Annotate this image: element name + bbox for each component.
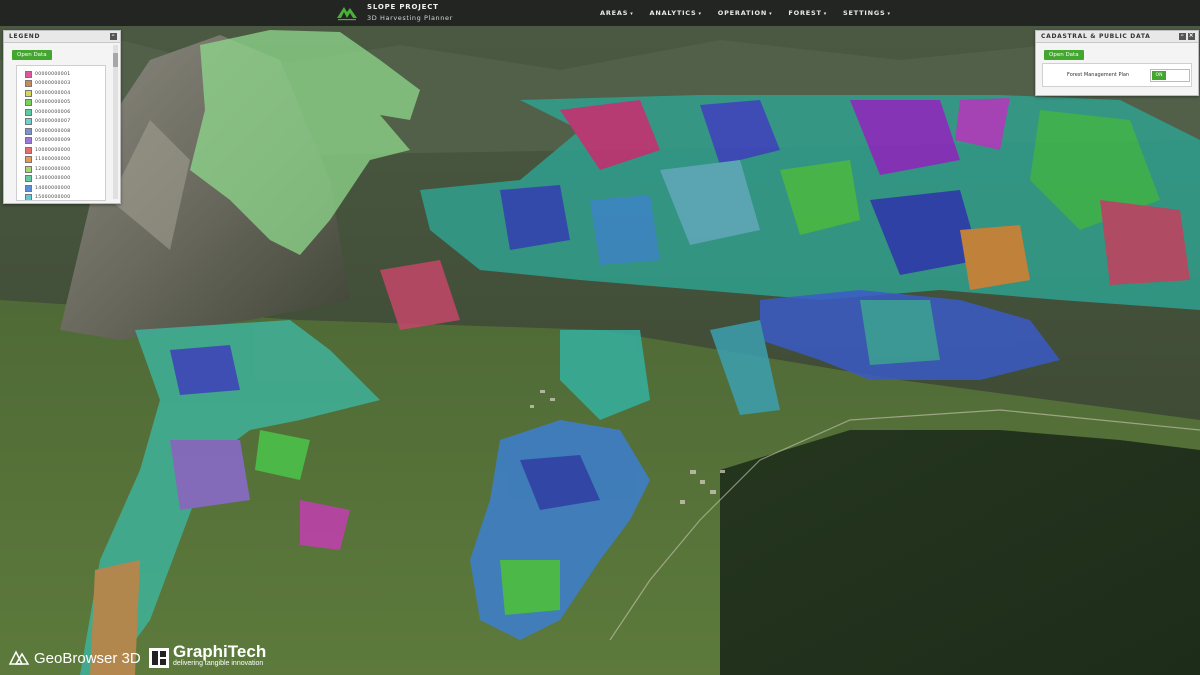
legend-swatch bbox=[25, 70, 32, 78]
top-navigation-bar: SLOPE PROJECT 3D Harvesting Planner AREA… bbox=[0, 0, 1200, 26]
legend-title: LEGEND bbox=[9, 33, 41, 40]
legend-item[interactable]: 00000000007 bbox=[25, 118, 70, 126]
legend-item[interactable]: 00000000008 bbox=[25, 127, 70, 135]
forest-mountain bbox=[720, 430, 1200, 675]
layer-toggle[interactable]: ON bbox=[1150, 69, 1190, 82]
legend-swatch bbox=[25, 137, 32, 144]
menu-label: AREAS bbox=[600, 9, 629, 17]
toggle-on-state: ON bbox=[1152, 71, 1166, 80]
layer-label: Forest Management Plan bbox=[1067, 72, 1130, 78]
legend-item[interactable]: 11000000000 bbox=[25, 156, 70, 164]
graphitech-tagline: delivering tangible innovation bbox=[173, 660, 264, 667]
minimize-icon[interactable]: – bbox=[110, 33, 117, 40]
legend-item[interactable]: 00000000004 bbox=[25, 89, 70, 97]
menu-forest[interactable]: FOREST ▾ bbox=[788, 0, 827, 26]
legend-swatch bbox=[25, 165, 32, 173]
menu-label: ANALYTICS bbox=[649, 9, 697, 17]
scrollbar-thumb[interactable] bbox=[113, 53, 118, 67]
menu-analytics[interactable]: ANALYTICS ▾ bbox=[650, 0, 702, 26]
legend-item-label: 11000000000 bbox=[35, 157, 71, 162]
legend-item[interactable]: 14000000000 bbox=[25, 184, 70, 192]
close-icon[interactable]: × bbox=[1188, 33, 1195, 40]
legend-item-label: 00000000005 bbox=[35, 100, 71, 105]
legend-swatch bbox=[25, 108, 32, 116]
legend-swatch bbox=[25, 89, 32, 97]
legend-item-label: 10000000000 bbox=[35, 147, 71, 153]
menu-operation[interactable]: OPERATION ▾ bbox=[718, 0, 773, 26]
open-data-button[interactable]: Open Data bbox=[12, 50, 52, 60]
legend-swatch bbox=[25, 118, 32, 125]
chevron-down-icon: ▾ bbox=[769, 11, 773, 17]
3d-terrain-map[interactable] bbox=[0, 0, 1200, 675]
legend-item[interactable]: 13000000000 bbox=[25, 175, 70, 183]
graphitech-logo-icon bbox=[149, 648, 169, 668]
legend-item-label: 00000000006 bbox=[35, 109, 71, 115]
legend-item-label: 12000000000 bbox=[35, 166, 71, 172]
legend-swatch bbox=[25, 80, 32, 87]
main-menu: AREAS ▾ ANALYTICS ▾ OPERATION ▾ FOREST ▾ SET… bbox=[600, 0, 907, 26]
legend-list[interactable]: 00000000001 00000000003 00000000004 0000000… bbox=[16, 65, 106, 201]
legend-item[interactable]: 05000000009 bbox=[25, 137, 70, 145]
legend-swatch bbox=[25, 146, 32, 154]
legend-item[interactable]: 15000000000 bbox=[25, 194, 71, 200]
legend-swatch bbox=[25, 156, 32, 163]
chevron-down-icon: ▾ bbox=[887, 11, 891, 17]
chevron-down-icon: ▾ bbox=[630, 11, 634, 17]
legend-item[interactable]: 00000000003 bbox=[25, 80, 70, 88]
graphitech-label: GraphiTech bbox=[173, 642, 267, 661]
legend-panel-header: LEGEND – bbox=[4, 31, 120, 43]
menu-areas[interactable]: AREAS ▾ bbox=[600, 0, 634, 26]
graphitech-logo: GraphiTech delivering tangible innovatio… bbox=[148, 642, 267, 670]
layer-row-forest-management-plan: Forest Management Plan ON bbox=[1042, 63, 1192, 87]
geobrowser-logo-icon bbox=[8, 650, 30, 665]
legend-panel: LEGEND – Open Data 00000000001 0000000000… bbox=[3, 30, 121, 204]
chevron-down-icon: ▾ bbox=[823, 11, 828, 17]
chevron-down-icon: ▾ bbox=[698, 11, 702, 17]
legend-swatch bbox=[25, 184, 32, 192]
legend-item-label: 00000000008 bbox=[35, 128, 71, 134]
minimize-icon[interactable]: – bbox=[1179, 33, 1186, 40]
mountain-logo-icon bbox=[337, 7, 357, 21]
app-branding: SLOPE PROJECT 3D Harvesting Planner bbox=[367, 2, 453, 23]
open-data-button[interactable]: Open Data bbox=[1044, 50, 1084, 60]
legend-swatch bbox=[25, 194, 32, 200]
legend-item-label: 05000000009 bbox=[35, 138, 71, 143]
legend-item[interactable]: 10000000000 bbox=[25, 146, 70, 154]
legend-swatch bbox=[25, 175, 32, 182]
legend-item-label: 00000000003 bbox=[35, 81, 71, 86]
menu-label: FOREST bbox=[788, 9, 822, 17]
legend-scrollbar[interactable] bbox=[113, 45, 118, 199]
legend-swatch bbox=[25, 127, 32, 135]
legend-swatch bbox=[25, 99, 32, 106]
legend-item[interactable]: 00000000006 bbox=[25, 108, 70, 116]
cadastral-title: CADASTRAL & PUBLIC DATA bbox=[1041, 33, 1151, 40]
legend-item[interactable]: 00000000005 bbox=[25, 99, 70, 107]
legend-item[interactable]: 00000000001 bbox=[25, 70, 70, 78]
legend-item-label: 14000000000 bbox=[35, 185, 71, 191]
geobrowser-logo: GeoBrowser 3D bbox=[8, 648, 141, 668]
legend-item-label: 00000000004 bbox=[35, 90, 71, 96]
legend-item-label: 13000000000 bbox=[35, 176, 71, 181]
cadastral-panel-header: CADASTRAL & PUBLIC DATA – × bbox=[1036, 31, 1198, 43]
legend-item-label: 15000000000 bbox=[35, 195, 71, 200]
menu-settings[interactable]: SETTINGS ▾ bbox=[843, 0, 891, 26]
menu-label: SETTINGS bbox=[843, 9, 886, 17]
legend-item[interactable]: 12000000000 bbox=[25, 165, 70, 173]
legend-item-label: 00000000007 bbox=[35, 119, 71, 124]
geobrowser-label: GeoBrowser 3D bbox=[34, 649, 141, 667]
app-title: SLOPE PROJECT bbox=[367, 3, 439, 11]
menu-label: OPERATION bbox=[717, 9, 768, 17]
app-subtitle: 3D Harvesting Planner bbox=[367, 14, 453, 22]
legend-item-label: 00000000001 bbox=[35, 71, 71, 77]
cadastral-public-data-panel: CADASTRAL & PUBLIC DATA – × Open Data Fo… bbox=[1035, 30, 1199, 96]
